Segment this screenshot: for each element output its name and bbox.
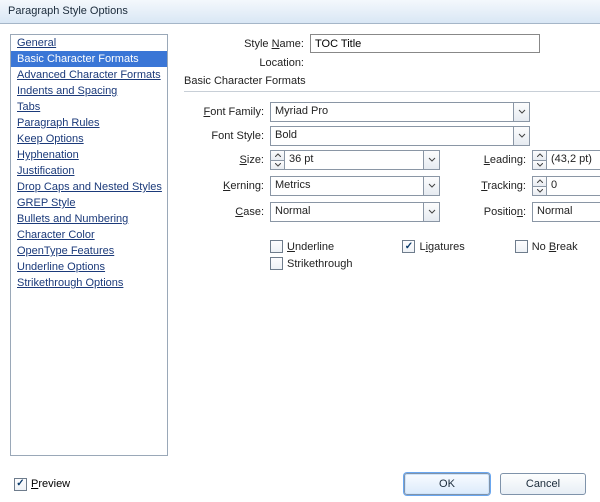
case-select[interactable]: Normal bbox=[270, 202, 424, 222]
tracking-spinner[interactable] bbox=[532, 176, 546, 196]
nobreak-checkbox[interactable]: No Break bbox=[515, 240, 578, 253]
sidebar-item-bullets-and-numbering[interactable]: Bullets and Numbering bbox=[11, 211, 167, 227]
sidebar-item-strikethrough-options[interactable]: Strikethrough Options bbox=[11, 275, 167, 291]
font-style-label: Font Style: bbox=[184, 130, 264, 142]
font-family-label: Font Family: bbox=[184, 106, 264, 118]
spinner-down-icon[interactable] bbox=[271, 160, 284, 170]
leading-label: Leading: bbox=[446, 154, 526, 166]
main-panel: Style Name: Location: Basic Character Fo… bbox=[168, 34, 600, 456]
sidebar-item-basic-character-formats[interactable]: Basic Character Formats bbox=[11, 51, 167, 67]
kerning-label: Kerning: bbox=[184, 180, 264, 192]
sidebar-item-grep-style[interactable]: GREP Style bbox=[11, 195, 167, 211]
category-sidebar: GeneralBasic Character FormatsAdvanced C… bbox=[10, 34, 168, 456]
sidebar-item-paragraph-rules[interactable]: Paragraph Rules bbox=[11, 115, 167, 131]
sidebar-item-opentype-features[interactable]: OpenType Features bbox=[11, 243, 167, 259]
kerning-select[interactable]: Metrics bbox=[270, 176, 424, 196]
leading-spinner[interactable] bbox=[532, 150, 546, 170]
font-style-select[interactable]: Bold bbox=[270, 126, 514, 146]
tracking-label: Tracking: bbox=[446, 180, 526, 192]
checkbox-icon bbox=[402, 240, 415, 253]
preview-checkbox[interactable]: Preview bbox=[14, 478, 70, 491]
checkbox-icon bbox=[14, 478, 27, 491]
chevron-down-icon[interactable] bbox=[514, 126, 530, 146]
sidebar-item-tabs[interactable]: Tabs bbox=[11, 99, 167, 115]
ok-button[interactable]: OK bbox=[404, 473, 490, 495]
chevron-down-icon[interactable] bbox=[424, 202, 440, 222]
spinner-up-icon[interactable] bbox=[271, 151, 284, 160]
style-name-label: Style Name: bbox=[184, 38, 304, 50]
location-label: Location: bbox=[184, 57, 304, 69]
checkbox-icon bbox=[270, 257, 283, 270]
checkbox-icon bbox=[515, 240, 528, 253]
tracking-value[interactable]: 0 bbox=[546, 176, 600, 196]
sidebar-item-drop-caps-and-nested-styles[interactable]: Drop Caps and Nested Styles bbox=[11, 179, 167, 195]
sidebar-item-keep-options[interactable]: Keep Options bbox=[11, 131, 167, 147]
spinner-up-icon[interactable] bbox=[533, 151, 546, 160]
window-title: Paragraph Style Options bbox=[8, 5, 128, 17]
preview-label: Preview bbox=[31, 478, 70, 490]
sidebar-item-character-color[interactable]: Character Color bbox=[11, 227, 167, 243]
cancel-button[interactable]: Cancel bbox=[500, 473, 586, 495]
dialog-footer: Preview OK Cancel bbox=[0, 466, 600, 502]
dialog-body: GeneralBasic Character FormatsAdvanced C… bbox=[0, 24, 600, 466]
sidebar-item-hyphenation[interactable]: Hyphenation bbox=[11, 147, 167, 163]
size-spinner[interactable] bbox=[270, 150, 284, 170]
leading-value[interactable]: (43,2 pt) bbox=[546, 150, 600, 170]
chevron-down-icon[interactable] bbox=[424, 176, 440, 196]
sidebar-item-justification[interactable]: Justification bbox=[11, 163, 167, 179]
size-value[interactable]: 36 pt bbox=[284, 150, 424, 170]
section-divider bbox=[184, 91, 600, 92]
spinner-down-icon[interactable] bbox=[533, 160, 546, 170]
ligatures-checkbox[interactable]: Ligatures bbox=[402, 240, 464, 253]
chevron-down-icon[interactable] bbox=[514, 102, 530, 122]
spinner-up-icon[interactable] bbox=[533, 177, 546, 186]
size-label: Size: bbox=[184, 154, 264, 166]
underline-checkbox[interactable]: Underline bbox=[270, 240, 352, 253]
font-family-select[interactable]: Myriad Pro bbox=[270, 102, 514, 122]
checkbox-icon bbox=[270, 240, 283, 253]
sidebar-item-advanced-character-formats[interactable]: Advanced Character Formats bbox=[11, 67, 167, 83]
sidebar-item-indents-and-spacing[interactable]: Indents and Spacing bbox=[11, 83, 167, 99]
strikethrough-checkbox[interactable]: Strikethrough bbox=[270, 257, 352, 270]
chevron-down-icon[interactable] bbox=[424, 150, 440, 170]
strikethrough-label: Strikethrough bbox=[287, 258, 352, 270]
sidebar-item-general[interactable]: General bbox=[11, 35, 167, 51]
ligatures-label: Ligatures bbox=[419, 241, 464, 253]
position-select[interactable]: Normal bbox=[532, 202, 600, 222]
section-title: Basic Character Formats bbox=[184, 75, 600, 87]
style-name-input[interactable] bbox=[310, 34, 540, 53]
sidebar-item-underline-options[interactable]: Underline Options bbox=[11, 259, 167, 275]
case-label: Case: bbox=[184, 206, 264, 218]
position-label: Position: bbox=[446, 206, 526, 218]
underline-label: Underline bbox=[287, 241, 334, 253]
title-bar: Paragraph Style Options bbox=[0, 0, 600, 24]
spinner-down-icon[interactable] bbox=[533, 186, 546, 196]
nobreak-label: No Break bbox=[532, 241, 578, 253]
